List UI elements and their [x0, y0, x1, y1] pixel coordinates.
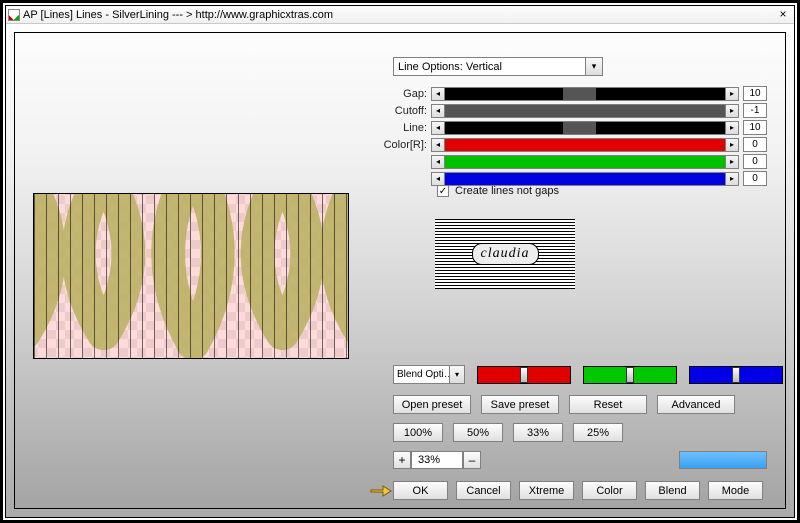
- line-options-dropdown[interactable]: Line Options: Vertical: [393, 57, 603, 76]
- create-lines-checkbox-row[interactable]: ✓ Create lines not gaps: [437, 185, 559, 197]
- zoom-value[interactable]: 33%: [411, 451, 463, 469]
- save-preset-button[interactable]: Save preset: [481, 395, 559, 414]
- checkbox-icon[interactable]: ✓: [437, 185, 449, 197]
- slider-label: Gap:: [383, 88, 431, 100]
- slider-track[interactable]: [445, 121, 725, 135]
- zoom-stepper: + 33% –: [393, 451, 481, 469]
- slider-row-0: Gap:◂ ▸ 10: [383, 85, 767, 102]
- slider-right-arrow[interactable]: ▸: [725, 155, 739, 169]
- zoom-row: 100% 50% 33% 25%: [393, 423, 623, 442]
- slider-track[interactable]: [445, 172, 725, 186]
- slider-value[interactable]: 0: [743, 154, 767, 169]
- banner-label: claudia: [472, 243, 539, 265]
- slider-right-arrow[interactable]: ▸: [725, 87, 739, 101]
- slider-left-arrow[interactable]: ◂: [431, 104, 445, 118]
- ok-button[interactable]: OK: [393, 481, 448, 500]
- preset-row: Open preset Save preset Reset Advanced: [393, 395, 735, 414]
- zoom-preset-33[interactable]: 33%: [513, 423, 563, 442]
- advanced-button[interactable]: Advanced: [657, 395, 735, 414]
- slider-right-arrow[interactable]: ▸: [725, 172, 739, 186]
- pointer-hand-icon: [369, 480, 393, 500]
- line-options-value: Line Options: Vertical: [398, 61, 502, 73]
- zoom-plus-button[interactable]: +: [393, 451, 411, 469]
- dropdown-arrow-icon: [585, 58, 602, 75]
- slider-right-arrow[interactable]: ▸: [725, 138, 739, 152]
- dropdown-arrow-icon: [449, 366, 464, 383]
- slider-right-arrow[interactable]: ▸: [725, 121, 739, 135]
- claudia-banner: claudia: [435, 219, 575, 289]
- slider-value[interactable]: -1: [743, 103, 767, 118]
- slider-value[interactable]: 0: [743, 137, 767, 152]
- xtreme-button[interactable]: Xtreme: [519, 481, 574, 500]
- dialog-window: AP [Lines] Lines - SilverLining --- > ht…: [5, 5, 795, 518]
- preview-canvas: [33, 193, 349, 359]
- slider-label: Cutoff:: [383, 105, 431, 117]
- slider-track[interactable]: [445, 155, 725, 169]
- color-slider-1[interactable]: [583, 366, 677, 384]
- zoom-preset-100[interactable]: 100%: [393, 423, 443, 442]
- slider-knob[interactable]: [520, 367, 528, 383]
- checkbox-label: Create lines not gaps: [455, 185, 559, 197]
- cancel-button[interactable]: Cancel: [456, 481, 511, 500]
- slider-left-arrow[interactable]: ◂: [431, 155, 445, 169]
- color-slider-0[interactable]: [477, 366, 571, 384]
- slider-label: Color[R]:: [383, 139, 431, 151]
- slider-left-arrow[interactable]: ◂: [431, 138, 445, 152]
- slider-label: Line:: [383, 122, 431, 134]
- progress-bar: [679, 451, 767, 469]
- slider-track[interactable]: [445, 87, 725, 101]
- zoom-minus-button[interactable]: –: [463, 451, 481, 469]
- zoom-preset-25[interactable]: 25%: [573, 423, 623, 442]
- close-button[interactable]: ×: [774, 7, 792, 22]
- slider-group: Gap:◂▸10Cutoff:◂▸-1Line:◂▸10Color[R]:◂▸0…: [383, 85, 767, 187]
- mode-button[interactable]: Mode: [708, 481, 763, 500]
- slider-track[interactable]: [445, 104, 725, 118]
- blend-button[interactable]: Blend: [645, 481, 700, 500]
- slider-value[interactable]: 10: [743, 120, 767, 135]
- window-title: AP [Lines] Lines - SilverLining --- > ht…: [23, 9, 333, 21]
- slider-left-arrow[interactable]: ◂: [431, 172, 445, 186]
- zoom-preset-50[interactable]: 50%: [453, 423, 503, 442]
- slider-knob[interactable]: [732, 367, 740, 383]
- app-icon: [8, 9, 20, 21]
- open-preset-button[interactable]: Open preset: [393, 395, 471, 414]
- color-button[interactable]: Color: [582, 481, 637, 500]
- blend-row: Blend Opti…: [393, 365, 783, 384]
- slider-left-arrow[interactable]: ◂: [431, 87, 445, 101]
- client-area: Line Options: Vertical Gap:◂▸10Cutoff:◂▸…: [6, 24, 794, 517]
- color-slider-2[interactable]: [689, 366, 783, 384]
- blend-options-dropdown[interactable]: Blend Opti…: [393, 365, 465, 384]
- blend-options-value: Blend Opti…: [397, 369, 454, 380]
- slider-value[interactable]: 10: [743, 86, 767, 101]
- reset-button[interactable]: Reset: [569, 395, 647, 414]
- outer-frame: AP [Lines] Lines - SilverLining --- > ht…: [0, 0, 800, 523]
- slider-row-2: Line:◂ ▸ 10: [383, 119, 767, 136]
- slider-row-4: ◂ ▸ 0: [383, 153, 767, 170]
- slider-row-1: Cutoff:◂ ▸ -1: [383, 102, 767, 119]
- bottom-button-row: OK Cancel Xtreme Color Blend Mode: [393, 481, 763, 500]
- slider-track[interactable]: [445, 138, 725, 152]
- slider-knob[interactable]: [626, 367, 634, 383]
- slider-right-arrow[interactable]: ▸: [725, 104, 739, 118]
- slider-value[interactable]: 0: [743, 171, 767, 186]
- slider-row-3: Color[R]:◂ ▸ 0: [383, 136, 767, 153]
- titlebar[interactable]: AP [Lines] Lines - SilverLining --- > ht…: [6, 6, 794, 24]
- slider-left-arrow[interactable]: ◂: [431, 121, 445, 135]
- inner-panel: Line Options: Vertical Gap:◂▸10Cutoff:◂▸…: [14, 32, 786, 509]
